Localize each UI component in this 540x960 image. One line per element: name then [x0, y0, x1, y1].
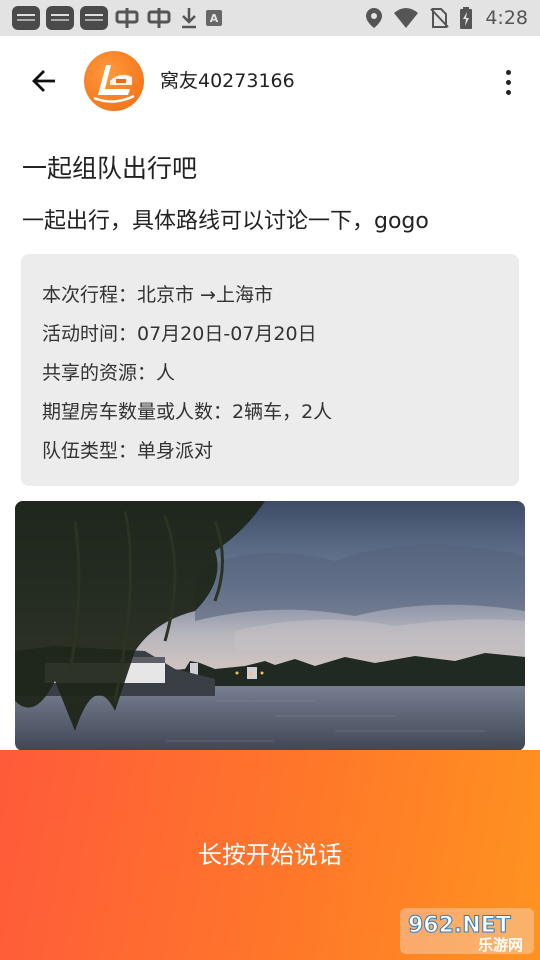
app-icon	[80, 6, 108, 30]
arrow-left-icon	[32, 70, 55, 92]
hold-to-talk-label: 长按开始说话	[198, 841, 342, 869]
watermark-logo: 962.NET 乐游网	[400, 908, 534, 954]
bug-icon	[147, 8, 171, 28]
download-icon	[182, 8, 196, 29]
app-toolbar: 窝友40273166	[0, 36, 540, 126]
battery-icon	[460, 7, 473, 29]
no-sim-icon	[430, 8, 450, 28]
system-icons: 4:28	[365, 5, 528, 31]
user-name[interactable]: 窝友40273166	[160, 68, 295, 94]
info-route: 本次行程：北京市 →上海市	[42, 284, 273, 306]
back-button[interactable]	[24, 61, 64, 101]
lake-photo-image	[15, 501, 525, 751]
info-team-type: 队伍类型：单身派对	[42, 440, 214, 462]
svg-text:962.NET: 962.NET	[408, 913, 511, 938]
info-resource: 共享的资源：人	[42, 362, 176, 384]
camper-logo-icon	[93, 65, 135, 103]
a-icon: A	[206, 10, 222, 26]
app-icon	[46, 6, 74, 30]
post-description: 一起出行，具体路线可以讨论一下，gogo	[22, 209, 429, 234]
location-icon	[366, 8, 383, 28]
svg-text:乐游网: 乐游网	[478, 936, 523, 954]
bug-icon	[115, 8, 139, 28]
trip-info-card: 本次行程：北京市 →上海市 活动时间：07月20日-07月20日 共享的资源：人…	[21, 254, 519, 486]
info-time: 活动时间：07月20日-07月20日	[42, 323, 317, 345]
status-bar: A 4:28	[0, 0, 540, 36]
info-expected: 期望房车数量或人数：2辆车，2人	[42, 401, 333, 423]
app-icon	[12, 6, 40, 30]
more-options-button[interactable]	[498, 62, 518, 102]
avatar[interactable]	[84, 51, 144, 111]
clock: 4:28	[485, 7, 528, 29]
app-screen: A 4:28 窝友40273166 一起组队出行吧 一起出行，具体路线可以讨论一…	[0, 0, 540, 960]
wifi-icon	[394, 8, 419, 28]
more-vertical-icon-dot	[505, 89, 511, 95]
more-vertical-icon-dot	[505, 79, 511, 85]
notification-icons: A	[12, 6, 222, 30]
post-title: 一起组队出行吧	[22, 154, 198, 183]
post-photo[interactable]	[15, 501, 525, 751]
more-vertical-icon	[505, 69, 511, 75]
